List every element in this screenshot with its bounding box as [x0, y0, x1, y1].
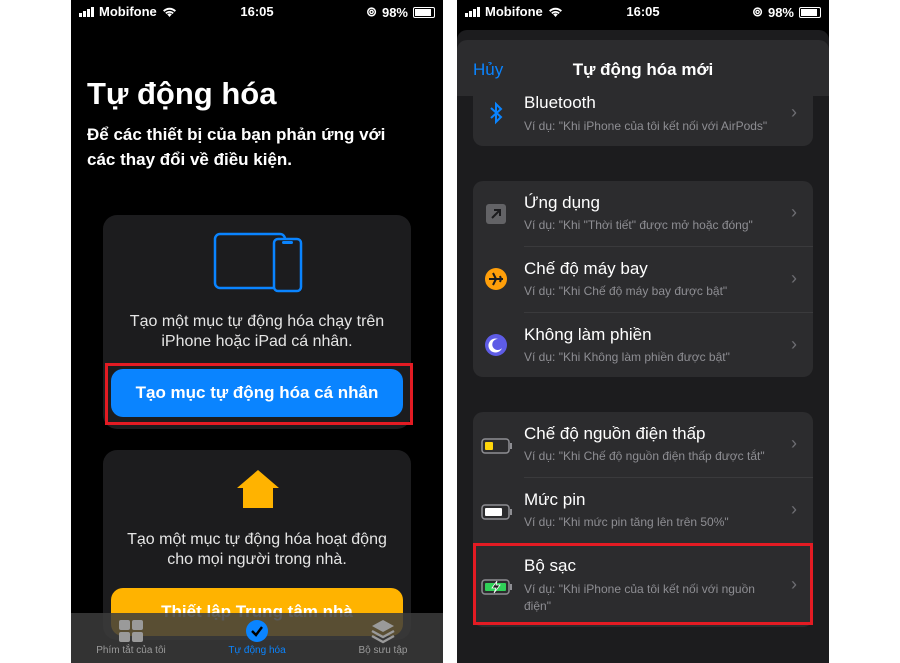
battery-percent: 98% [767, 4, 794, 20]
trigger-row-do-not-disturb[interactable]: Không làm phiền Ví dụ: "Khi Không làm ph… [473, 313, 813, 377]
chevron-right-icon: › [791, 433, 797, 453]
tab-my-shortcuts[interactable]: Phím tắt của tôi [71, 617, 191, 656]
tab-automation[interactable]: Tự động hóa [197, 617, 317, 656]
row-title: Chế độ máy bay [524, 259, 648, 278]
grid-icon [119, 620, 143, 642]
tab-bar: Phím tắt của tôi Tự động hóa Bộ sưu tập [71, 613, 443, 663]
chevron-right-icon: › [791, 102, 797, 122]
row-title: Chế độ nguồn điện thấp [524, 424, 706, 443]
status-bar: Mobifone 16:05 ⊚ 98% [457, 0, 829, 24]
highlight-box [105, 363, 413, 425]
nav-title: Tự động hóa mới [572, 60, 714, 79]
rotation-lock-icon: ⊚ [752, 4, 763, 19]
row-title: Không làm phiền [524, 325, 652, 344]
clock-check-icon [246, 620, 268, 642]
row-title: Mức pin [524, 490, 586, 509]
highlight-box [473, 543, 813, 625]
row-subtitle: Ví dụ: "Khi Chế độ máy bay được bật" [524, 284, 728, 298]
chevron-right-icon: › [791, 268, 797, 288]
moon-icon [485, 334, 507, 356]
home-card-description: Tạo một mục tự động hóa hoạt động cho mọ… [127, 531, 387, 568]
shortcuts-automation-screen: Mobifone 16:05 ⊚ 98% Tự động hóa Để các … [71, 0, 443, 663]
airplane-icon [485, 268, 507, 290]
row-title: Ứng dụng [524, 193, 600, 212]
trigger-row-app[interactable]: Ứng dụng Ví dụ: "Khi "Thời tiết" được mở… [473, 181, 813, 246]
battery-percent: 98% [381, 4, 408, 20]
battery-icon [413, 6, 435, 18]
home-automation-card: Tạo một mục tự động hóa hoạt động cho mọ… [103, 450, 411, 640]
chevron-right-icon: › [791, 202, 797, 222]
app-arrow-icon [486, 204, 506, 224]
row-subtitle: Ví dụ: "Khi iPhone của tôi kết nối với A… [524, 119, 768, 133]
personal-card-description: Tạo một mục tự động hóa chạy trên iPhone… [129, 313, 385, 350]
tab-label: Tự động hóa [228, 645, 286, 656]
trigger-row-battery-level[interactable]: Mức pin Ví dụ: "Khi mức pin tăng lên trê… [473, 478, 813, 543]
stack-icon [371, 620, 395, 644]
battery-level-icon [481, 504, 512, 520]
battery-icon [799, 6, 821, 18]
tab-label: Phím tắt của tôi [96, 645, 166, 656]
row-subtitle: Ví dụ: "Khi mức pin tăng lên trên 50%" [524, 515, 729, 529]
trigger-group: Ứng dụng Ví dụ: "Khi "Thời tiết" được mở… [473, 181, 813, 377]
trigger-row-airplane-mode[interactable]: Chế độ máy bay Ví dụ: "Khi Chế độ máy ba… [473, 247, 813, 312]
row-subtitle: Ví dụ: "Khi Không làm phiền được bật" [524, 350, 730, 364]
row-subtitle: Ví dụ: "Khi Chế độ nguồn điện thấp được … [524, 449, 765, 463]
devices-icon [213, 232, 303, 293]
tab-gallery[interactable]: Bộ sưu tập [323, 617, 443, 656]
nav-bar: Hủy Tự động hóa mới [457, 40, 829, 96]
trigger-row-low-power-mode[interactable]: Chế độ nguồn điện thấp Ví dụ: "Khi Chế đ… [473, 412, 813, 477]
row-title: Bluetooth [524, 93, 596, 112]
status-bar: Mobifone 16:05 ⊚ 98% [71, 0, 443, 24]
low-power-battery-icon [481, 438, 512, 454]
page-subtitle: Để các thiết bị của bạn phản ứng với các… [87, 125, 386, 169]
home-icon [237, 470, 279, 508]
new-automation-screen: Mobifone 16:05 ⊚ 98% Hủy Tự động hóa mới… [457, 0, 829, 663]
tab-label: Bộ sưu tập [358, 645, 408, 656]
row-subtitle: Ví dụ: "Khi "Thời tiết" được mở hoặc đón… [524, 218, 753, 232]
bluetooth-icon [490, 101, 503, 125]
chevron-right-icon: › [791, 499, 797, 519]
chevron-right-icon: › [791, 334, 797, 354]
page-title: Tự động hóa [87, 76, 277, 111]
rotation-lock-icon: ⊚ [366, 4, 377, 19]
